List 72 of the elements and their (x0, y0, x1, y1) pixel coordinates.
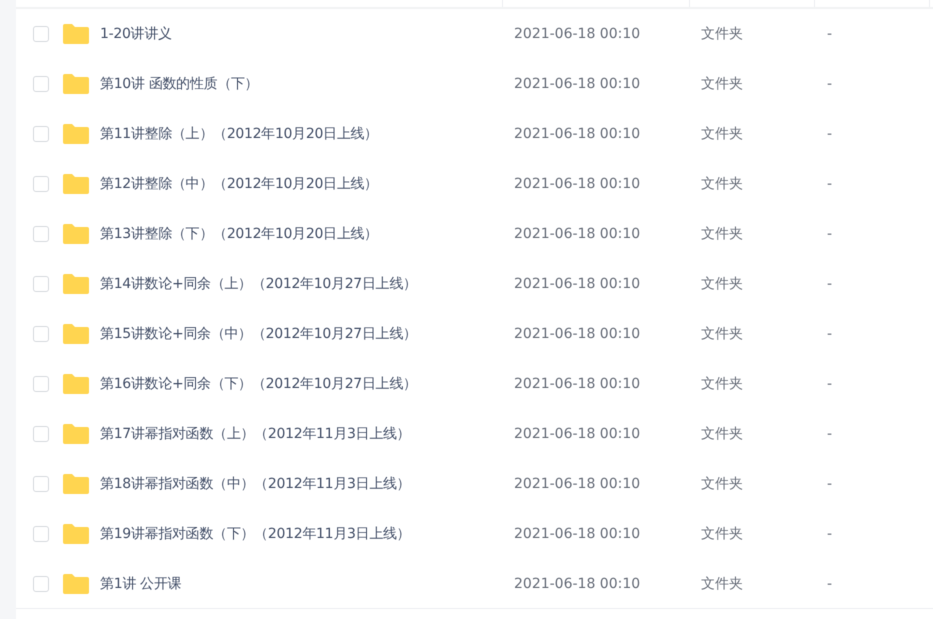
file-size: - (826, 526, 832, 542)
file-size: - (826, 76, 832, 92)
checkbox[interactable] (33, 176, 49, 192)
folder-icon (63, 524, 89, 544)
checkbox[interactable] (33, 26, 49, 42)
file-size: - (826, 176, 832, 192)
file-size: - (826, 376, 832, 392)
checkbox[interactable] (33, 226, 49, 242)
folder-icon (63, 174, 89, 194)
modified-date: 2021-06-18 00:10 (513, 326, 640, 342)
modified-date: 2021-06-18 00:10 (513, 276, 640, 292)
folder-icon (63, 324, 89, 344)
file-name[interactable]: 第14讲数论+同余（上）（2012年10月27日上线） (100, 275, 417, 293)
modified-date: 2021-06-18 00:10 (513, 26, 640, 42)
folder-icon (63, 224, 89, 244)
file-name[interactable]: 第17讲幂指对函数（上）（2012年11月3日上线） (100, 425, 410, 443)
file-name[interactable]: 第12讲整除（中）（2012年10月20日上线） (100, 175, 378, 193)
folder-icon (63, 374, 89, 394)
file-name[interactable]: 第11讲整除（上）（2012年10月20日上线） (100, 125, 378, 143)
file-type: 文件夹 (700, 175, 743, 193)
folder-icon (63, 74, 89, 94)
file-type: 文件夹 (700, 25, 743, 43)
checkbox[interactable] (33, 326, 49, 342)
file-size: - (826, 326, 832, 342)
file-type: 文件夹 (700, 575, 743, 593)
checkbox[interactable] (33, 376, 49, 392)
file-size: - (826, 276, 832, 292)
modified-date: 2021-06-18 00:10 (513, 376, 640, 392)
file-type: 文件夹 (700, 225, 743, 243)
modified-date: 2021-06-18 00:10 (513, 526, 640, 542)
file-size: - (826, 576, 832, 592)
checkbox[interactable] (33, 476, 49, 492)
modified-date: 2021-06-18 00:10 (513, 76, 640, 92)
folder-icon (63, 474, 89, 494)
checkbox[interactable] (33, 76, 49, 92)
file-type: 文件夹 (700, 375, 743, 393)
modified-date: 2021-06-18 00:10 (513, 126, 640, 142)
file-type: 文件夹 (700, 525, 743, 543)
file-name[interactable]: 1-20讲讲义 (100, 25, 172, 43)
checkbox[interactable] (33, 426, 49, 442)
folder-icon (63, 124, 89, 144)
file-size: - (826, 26, 832, 42)
modified-date: 2021-06-18 00:10 (513, 476, 640, 492)
file-name[interactable]: 第13讲整除（下）（2012年10月20日上线） (100, 225, 378, 243)
modified-date: 2021-06-18 00:10 (513, 576, 640, 592)
checkbox[interactable] (33, 526, 49, 542)
file-type: 文件夹 (700, 475, 743, 493)
folder-icon (63, 424, 89, 444)
file-name[interactable]: 第16讲数论+同余（下）（2012年10月27日上线） (100, 375, 417, 393)
file-type: 文件夹 (700, 325, 743, 343)
modified-date: 2021-06-18 00:10 (513, 426, 640, 442)
file-name[interactable]: 第19讲幂指对函数（下）（2012年11月3日上线） (100, 525, 410, 543)
folder-icon (63, 574, 89, 594)
file-name[interactable]: 第18讲幂指对函数（中）（2012年11月3日上线） (100, 475, 410, 493)
checkbox[interactable] (33, 126, 49, 142)
file-size: - (826, 476, 832, 492)
file-name[interactable]: 第1讲 公开课 (100, 575, 182, 593)
checkbox[interactable] (33, 276, 49, 292)
file-size: - (826, 126, 832, 142)
file-type: 文件夹 (700, 75, 743, 93)
file-size: - (826, 226, 832, 242)
file-size: - (826, 426, 832, 442)
file-type: 文件夹 (700, 275, 743, 293)
folder-icon (63, 274, 89, 294)
modified-date: 2021-06-18 00:10 (513, 226, 640, 242)
file-type: 文件夹 (700, 125, 743, 143)
folder-icon (63, 24, 89, 44)
modified-date: 2021-06-18 00:10 (513, 176, 640, 192)
file-type: 文件夹 (700, 425, 743, 443)
file-name[interactable]: 第15讲数论+同余（中）（2012年10月27日上线） (100, 325, 417, 343)
checkbox[interactable] (33, 576, 49, 592)
file-name[interactable]: 第10讲 函数的性质（下） (100, 75, 258, 93)
